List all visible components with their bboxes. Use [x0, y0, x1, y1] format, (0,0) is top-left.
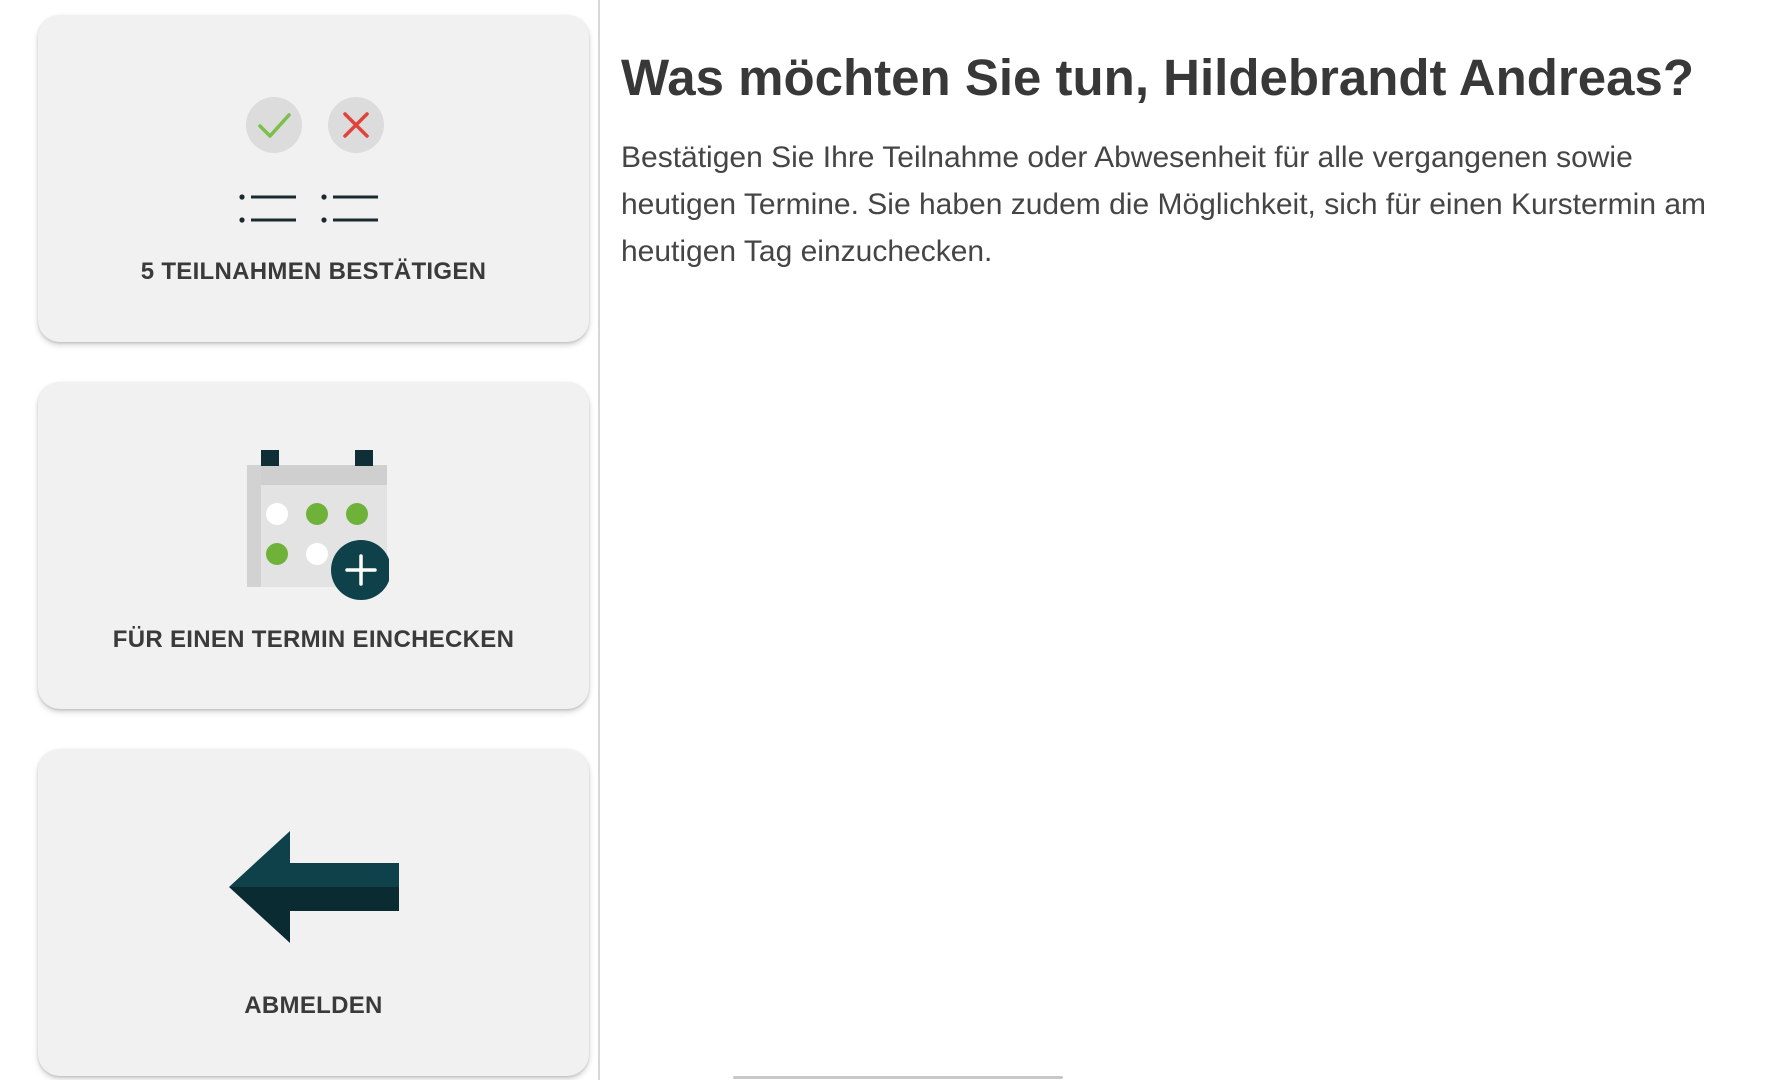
- page-title: Was möchten Sie tun, Hildebrandt Andreas…: [621, 49, 1695, 106]
- card-label: ABMELDEN: [244, 992, 383, 1019]
- card-label: 5 TEILNAHMEN BESTÄTIGEN: [140, 258, 487, 285]
- calendar-add-icon: [246, 450, 389, 600]
- check-in-button[interactable]: FÜR EINEN TERMIN EINCHECKEN: [38, 382, 589, 709]
- arrow-left-icon: [228, 831, 399, 943]
- page-description: Bestätigen Sie Ihre Teilnahme oder Abwes…: [621, 141, 1707, 268]
- confirm-attendance-icon: [238, 97, 384, 223]
- main-content: Was möchten Sie tun, Hildebrandt Andreas…: [621, 0, 1751, 275]
- confirm-attendances-button[interactable]: 5 TEILNAHMEN BESTÄTIGEN: [38, 15, 589, 342]
- scroll-indicator: [733, 1076, 1063, 1079]
- action-sidebar: 5 TEILNAHMEN BESTÄTIGEN FÜR EINEN TERMIN…: [0, 0, 600, 1080]
- logout-button[interactable]: ABMELDEN: [38, 749, 589, 1076]
- app-root: 5 TEILNAHMEN BESTÄTIGEN FÜR EINEN TERMIN…: [0, 0, 1785, 1080]
- card-label: FÜR EINEN TERMIN EINCHECKEN: [112, 626, 515, 653]
